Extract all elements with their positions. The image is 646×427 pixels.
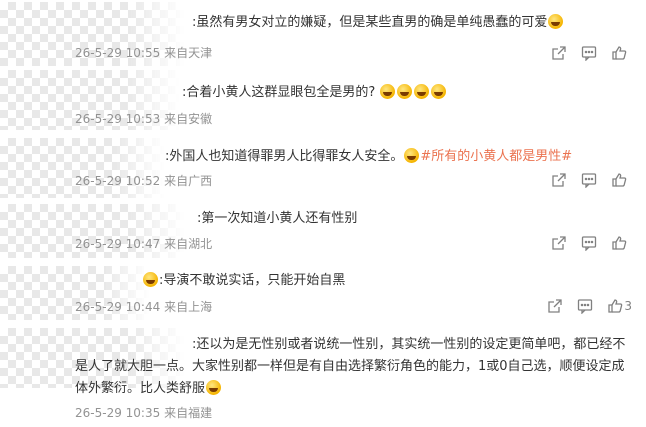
comment-time: 26-5-29 10:44 <box>75 300 161 314</box>
comment-icon <box>581 173 597 188</box>
member-badge-icon <box>180 210 195 224</box>
comment-location: 来自湖北 <box>164 237 213 251</box>
share-icon <box>552 236 566 250</box>
member-badge-icon <box>148 148 163 162</box>
laughing-emoji-icon <box>431 84 447 99</box>
like-icon <box>612 46 627 60</box>
like-button[interactable] <box>604 233 634 253</box>
share-button[interactable] <box>540 296 570 316</box>
laughing-emoji-icon <box>548 14 564 29</box>
like-icon <box>608 299 623 313</box>
share-icon <box>548 299 563 313</box>
share-icon <box>552 46 566 60</box>
like-button[interactable] <box>604 170 634 190</box>
member-badge-icon <box>175 336 190 350</box>
comment-item: :虽然有男女对立的嫌疑，但是某些直男的确是单纯愚蠢的可爱 26-5-29 10:… <box>0 0 646 68</box>
comment-item: :合着小黄人这群显眼包全是男的? 26-5-29 10:53 来自安徽 <box>0 68 646 134</box>
topic-hashtag-link[interactable]: #所有的小黄人都是男性# <box>420 149 572 164</box>
comment-actions <box>544 43 634 63</box>
comment-text: :第一次知道小黄人还有性别 <box>180 208 357 230</box>
comment-text: :导演不敢说实话，只能开始自黑 <box>142 270 345 292</box>
comment-location: 来自上海 <box>164 300 213 314</box>
comment-item: :外国人也知道得罪男人比得罪女人安全。 #所有的小黄人都是男性# 26-5-29 … <box>0 134 646 200</box>
share-button[interactable] <box>544 170 574 190</box>
redacted-avatar-username <box>0 138 165 198</box>
share-button[interactable] <box>544 233 574 253</box>
comment-time: 26-5-29 10:47 <box>75 237 161 251</box>
comment-time: 26-5-29 10:55 <box>75 46 161 60</box>
comment-meta: 26-5-29 10:35 来自福建 <box>75 404 212 421</box>
comment-actions <box>544 170 634 190</box>
member-badge-icon <box>165 84 180 98</box>
comment-time: 26-5-29 10:53 <box>75 112 161 126</box>
comment-text: :虽然有男女对立的嫌疑，但是某些直男的确是单纯愚蠢的可爱 <box>175 12 564 34</box>
comment-meta: 26-5-29 10:44 来自上海 <box>75 298 212 315</box>
like-icon <box>612 236 627 250</box>
comment-time: 26-5-29 10:52 <box>75 174 161 188</box>
comment-location: 来自广西 <box>164 174 213 188</box>
comment-time: 26-5-29 10:35 <box>75 406 161 420</box>
comment-location: 来自安徽 <box>164 112 213 126</box>
comment-button[interactable] <box>574 43 604 63</box>
comment-item: :导演不敢说实话，只能开始自黑 26-5-29 10:44 来自上海 3 <box>0 260 646 322</box>
like-count: 3 <box>624 299 632 313</box>
comment-location: 来自天津 <box>164 46 213 60</box>
comment-icon <box>581 236 597 251</box>
laughing-emoji-icon <box>397 84 413 99</box>
comment-icon <box>581 46 597 61</box>
comment-text: :还以为是无性别或者说统一性别，其实统一性别的设定更简单吧，都已经不是人了就大胆… <box>75 336 626 396</box>
smirk-emoji-icon <box>143 272 158 287</box>
share-button[interactable] <box>544 43 574 63</box>
comment-meta: 26-5-29 10:55 来自天津 <box>75 44 212 61</box>
comment-meta: 26-5-29 10:47 来自湖北 <box>75 235 212 252</box>
smirk-emoji-icon <box>206 380 222 395</box>
comment-text: :外国人也知道得罪男人比得罪女人安全。 #所有的小黄人都是男性# <box>148 146 572 168</box>
comment-actions: 3 <box>540 296 634 316</box>
comment-button[interactable] <box>574 233 604 253</box>
comment-location: 来自福建 <box>164 406 213 420</box>
comment-text: :合着小黄人这群显眼包全是男的? <box>165 82 447 104</box>
comment-button[interactable] <box>570 296 600 316</box>
comment-meta: 26-5-29 10:52 来自广西 <box>75 172 212 189</box>
like-button[interactable] <box>604 43 634 63</box>
comment-button[interactable] <box>574 170 604 190</box>
comment-actions <box>544 233 634 253</box>
laughing-emoji-icon <box>414 84 430 99</box>
share-icon <box>552 173 566 187</box>
like-icon <box>612 173 627 187</box>
comment-item: :还以为是无性别或者说统一性别，其实统一性别的设定更简单吧，都已经不是人了就大胆… <box>0 322 646 427</box>
minion-emoji-icon <box>404 148 420 163</box>
member-badge-icon <box>175 14 190 28</box>
comment-list: :虽然有男女对立的嫌疑，但是某些直男的确是单纯愚蠢的可爱 26-5-29 10:… <box>0 0 646 427</box>
comment-item: :第一次知道小黄人还有性别 26-5-29 10:47 来自湖北 <box>0 200 646 260</box>
comment-icon <box>578 299 593 314</box>
laughing-emoji-icon <box>380 84 396 99</box>
comment-meta: 26-5-29 10:53 来自安徽 <box>75 110 212 127</box>
